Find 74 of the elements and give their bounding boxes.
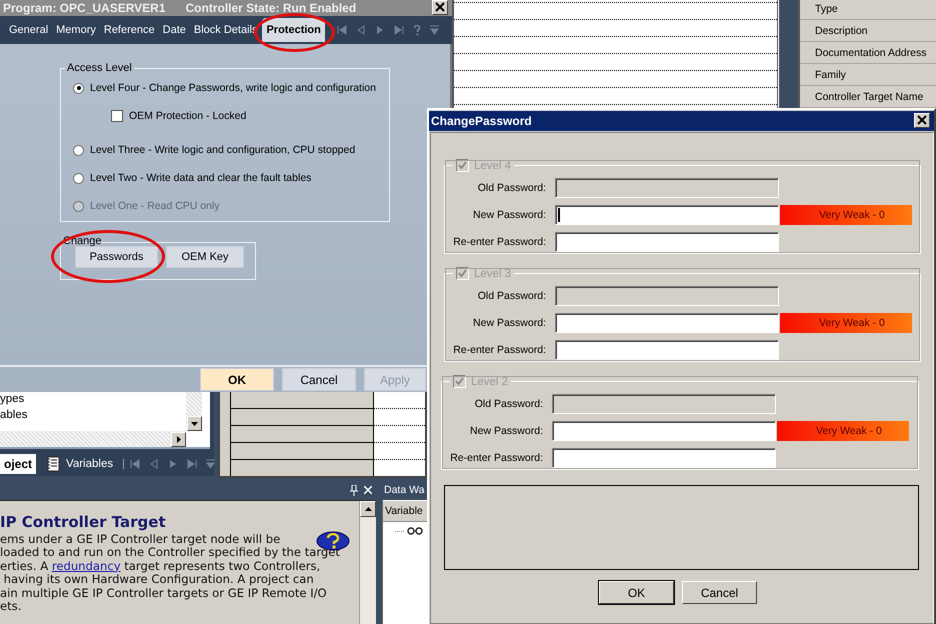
- dialog-button[interactable]: OK: [599, 581, 674, 604]
- field-label: Old Password:: [476, 290, 547, 302]
- previous-icon[interactable]: [149, 459, 160, 470]
- tab[interactable]: Date: [160, 20, 189, 40]
- field-label: Old Password:: [474, 398, 544, 410]
- previous-icon[interactable]: [356, 25, 366, 35]
- dialog-title: ChangePassword: [431, 114, 532, 128]
- group-label: Access Level: [66, 62, 133, 74]
- strength-meter: Very Weak - 0: [777, 421, 909, 441]
- radio-button[interactable]: [73, 144, 84, 156]
- field-label: New Password:: [472, 209, 547, 221]
- last-icon[interactable]: [187, 459, 198, 470]
- pin-icon[interactable]: [350, 484, 358, 496]
- field-label: Re-enter Password:: [452, 344, 547, 356]
- option-label: Level Four - Change Passwords, write logic and configuration: [90, 82, 376, 94]
- dialog-button[interactable]: Cancel: [682, 581, 757, 604]
- dialog-button[interactable]: OK: [200, 368, 274, 391]
- field-label: Old Password:: [476, 182, 547, 194]
- first-icon[interactable]: [336, 25, 347, 35]
- property-name: Description: [800, 20, 936, 42]
- next-icon[interactable]: [374, 25, 385, 35]
- right-arrow-icon: [176, 436, 180, 443]
- field-label: New Password:: [472, 317, 547, 329]
- tree-line-icon: [395, 530, 405, 532]
- tab[interactable]: General: [6, 20, 52, 40]
- property-name: Documentation Address: [800, 42, 936, 64]
- checkbox[interactable]: [111, 110, 123, 122]
- group-label: Level 2: [471, 376, 508, 388]
- tree-item[interactable]: ables: [0, 408, 210, 424]
- dialog-button[interactable]: Cancel: [282, 368, 356, 391]
- change-button[interactable]: Passwords: [75, 246, 158, 268]
- group-label: Level 3: [474, 268, 512, 280]
- tab[interactable]: Reference: [100, 20, 158, 40]
- strength-meter: Very Weak - 0: [780, 313, 912, 333]
- option-label: Level One - Read CPU only: [90, 200, 220, 212]
- down-arrow-icon: [191, 422, 198, 426]
- radio-button[interactable]: [73, 172, 84, 184]
- option-label: OEM Protection - Locked: [129, 110, 246, 122]
- close-icon[interactable]: [364, 486, 372, 494]
- up-arrow-icon: [364, 507, 372, 511]
- close-button[interactable]: [432, 0, 448, 15]
- tab[interactable]: Variables: [42, 453, 118, 476]
- scroll-right-button[interactable]: [171, 432, 186, 447]
- field-label: Re-enter Password:: [449, 452, 544, 464]
- help-heading: IP Controller Target: [0, 513, 167, 531]
- tab[interactable]: Protection: [262, 18, 325, 42]
- radio-button[interactable]: [73, 82, 84, 94]
- dropdown-icon[interactable]: [430, 25, 439, 35]
- next-icon[interactable]: [168, 459, 178, 470]
- scroll-down-button[interactable]: [187, 416, 202, 431]
- field-label: New Password:: [469, 425, 544, 437]
- option-label: Level Two - Write data and clear the fault tables: [90, 172, 312, 184]
- strength-meter: Very Weak - 0: [780, 205, 912, 225]
- last-icon[interactable]: [394, 25, 404, 35]
- field-label: Re-enter Password:: [452, 236, 547, 248]
- scroll-up-button[interactable]: [360, 501, 376, 517]
- tab[interactable]: Memory: [53, 20, 99, 40]
- dialog-title: Program: OPC_UASERVER1: [3, 1, 166, 15]
- property-name: Type: [800, 0, 936, 20]
- controller-state: Controller State: Run Enabled: [186, 1, 356, 15]
- dropdown-icon[interactable]: [206, 459, 216, 470]
- close-button[interactable]: [914, 113, 930, 128]
- first-icon[interactable]: [130, 459, 140, 470]
- panel-title: Data Wa: [383, 483, 426, 498]
- help-link[interactable]: redundancy: [52, 558, 121, 573]
- property-name: Family: [800, 64, 936, 86]
- tree-item[interactable]: ypes: [0, 392, 210, 408]
- glasses-icon: [407, 527, 423, 535]
- option-label: Level Three - Write logic and configuration, CPU stopped: [90, 144, 356, 156]
- notebook-icon: [46, 456, 60, 472]
- change-button[interactable]: OEM Key: [166, 246, 244, 268]
- group-label: Level 4: [474, 160, 512, 172]
- column-header: Variable: [383, 501, 427, 522]
- tab[interactable]: oject: [0, 454, 36, 474]
